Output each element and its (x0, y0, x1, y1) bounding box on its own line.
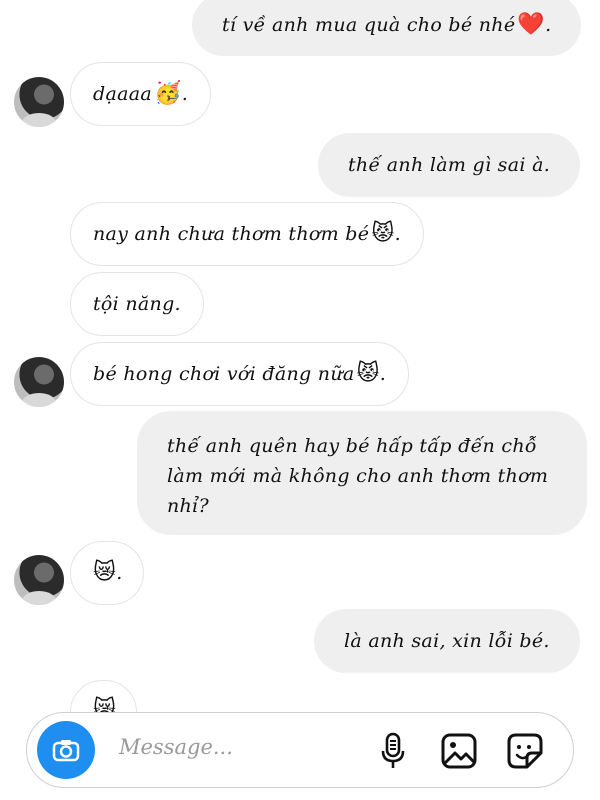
outgoing-message[interactable]: là anh sai, xin lỗi bé. (314, 609, 580, 673)
message-text: nay anh chưa thơm thơm bé (93, 223, 370, 245)
message-tail: . (394, 223, 401, 245)
avatar[interactable] (14, 555, 64, 605)
outgoing-message[interactable]: thế anh làm gì sai à. (318, 133, 581, 197)
camera-button[interactable] (37, 721, 95, 779)
party-face-emoji: 🥳 (153, 81, 182, 106)
message-text: dạaaa (93, 83, 152, 105)
incoming-message[interactable]: dạaaa 🥳 . (70, 62, 212, 126)
outgoing-message[interactable]: thế anh quên hay bé hấp tấp đến chỗ làm … (137, 411, 587, 535)
chat-thread: tí về anh mua quà cho bé nhé ❤️ . dạaaa … (0, 0, 600, 800)
incoming-message[interactable]: tội năng. (70, 272, 204, 336)
message-composer: Message... (26, 712, 574, 788)
avatar[interactable] (14, 77, 64, 127)
message-tail: . (181, 83, 189, 105)
incoming-message[interactable]: nay anh chưa thơm thơm bé 😾 . (70, 202, 424, 266)
message-text: tội năng. (93, 293, 181, 315)
microphone-button[interactable] (373, 731, 413, 771)
microphone-icon (381, 732, 405, 768)
gallery-icon (441, 733, 477, 769)
incoming-message[interactable]: 😿 . (70, 541, 144, 605)
pouting-cat-emoji: 😾 (356, 361, 380, 386)
camera-icon (52, 740, 80, 762)
message-text: bé hong chơi với đăng nữa (93, 363, 355, 385)
message-input[interactable]: Message... (119, 735, 233, 759)
gallery-button[interactable] (439, 731, 479, 771)
outgoing-message[interactable]: tí về anh mua quà cho bé nhé ❤️ . (192, 0, 582, 56)
message-tail: . (379, 363, 387, 385)
heart-emoji: ❤️ (517, 12, 546, 37)
sticker-button[interactable] (505, 731, 545, 771)
message-text: tí về anh mua quà cho bé nhé (222, 14, 516, 36)
message-text: là anh sai, xin lỗi bé. (344, 630, 550, 652)
message-text: thế anh quên hay bé hấp tấp đến chỗ làm … (167, 435, 549, 517)
pouting-cat-emoji: 😾 (371, 221, 395, 246)
message-tail: . (116, 562, 123, 584)
avatar[interactable] (14, 357, 64, 407)
incoming-message[interactable]: bé hong chơi với đăng nữa 😾 . (70, 342, 410, 406)
crying-cat-emoji: 😿 (93, 560, 117, 585)
message-text: thế anh làm gì sai à. (348, 154, 551, 176)
sticker-icon (507, 733, 543, 769)
message-tail: . (545, 14, 552, 36)
